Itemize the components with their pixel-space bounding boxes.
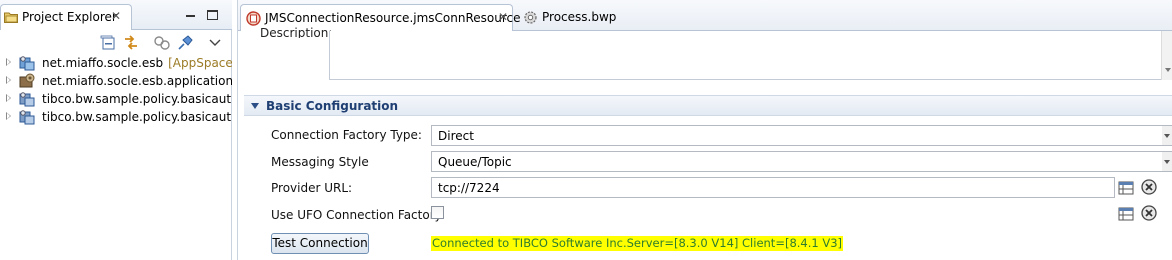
basic-configuration-section[interactable]: Basic Configuration — [244, 95, 1172, 116]
expand-arrow-icon[interactable] — [6, 58, 11, 66]
project-explorer-panel: Project Explorer ✕ net.miaffo.socle.esb … — [0, 0, 232, 260]
close-icon[interactable]: ✕ — [498, 10, 508, 24]
module-project-icon — [19, 110, 35, 125]
tab-process-bwp[interactable]: Process.bwp — [518, 4, 628, 31]
tree-item[interactable]: tibco.bw.sample.policy.basicauther — [0, 108, 232, 126]
appspace-project-icon — [19, 56, 35, 71]
scroll-down-icon[interactable] — [1165, 68, 1171, 72]
connection-factory-type-label: Connection Factory Type: — [271, 128, 422, 142]
description-scrollbar[interactable] — [1161, 31, 1172, 80]
tab-label: Project Explorer — [22, 10, 117, 24]
project-explorer-tabbar: Project Explorer ✕ — [0, 0, 232, 30]
pin-icon[interactable] — [176, 34, 194, 52]
tab-label: JMSConnectionResource.jmsConnResource — [265, 11, 521, 25]
gear-icon — [524, 11, 537, 24]
tree-item-label: net.miaffo.socle.esb — [42, 56, 164, 70]
clear-icon[interactable] — [1141, 205, 1157, 221]
maximize-icon[interactable] — [207, 10, 218, 20]
tree-item-tag: [AppSpace] — [168, 56, 232, 70]
explorer-toolbar — [0, 31, 232, 55]
filter-icon[interactable] — [153, 34, 171, 52]
messaging-style-value: Queue/Topic — [438, 155, 512, 169]
tree-item-label: tibco.bw.sample.policy.basicauther — [42, 110, 232, 124]
module-property-icon[interactable] — [1118, 206, 1134, 222]
module-project-icon — [19, 92, 35, 107]
test-connection-button[interactable]: Test Connection — [271, 233, 369, 254]
expand-arrow-icon[interactable] — [6, 112, 11, 120]
jms-resource-icon — [246, 11, 261, 26]
editor-panel: JMSConnectionResource.jmsConnResource ✕ … — [237, 0, 1172, 260]
chevron-down-icon[interactable] — [1162, 126, 1172, 145]
connection-factory-type-select[interactable]: Direct — [431, 125, 1172, 146]
connection-status-text: Connected to TIBCO Software Inc.Server=[… — [431, 236, 844, 251]
tab-project-explorer[interactable]: Project Explorer ✕ — [0, 4, 132, 30]
chevron-down-icon[interactable] — [1162, 152, 1172, 171]
expand-arrow-icon[interactable] — [6, 94, 11, 102]
clear-icon[interactable] — [1141, 179, 1157, 195]
use-ufo-label: Use UFO Connection Factory: — [271, 208, 445, 222]
tab-label: Process.bwp — [542, 10, 617, 24]
section-title: Basic Configuration — [266, 99, 399, 113]
connection-factory-type-value: Direct — [438, 129, 474, 143]
description-textarea[interactable] — [329, 31, 1164, 80]
close-icon[interactable]: ✕ — [111, 9, 121, 23]
module-property-icon[interactable] — [1118, 180, 1134, 196]
editor-tabbar: JMSConnectionResource.jmsConnResource ✕ … — [238, 0, 1172, 31]
tree-item-label: net.miaffo.socle.esb.application — [42, 74, 232, 88]
description-label: Description: — [260, 26, 333, 38]
folder-icon — [4, 12, 18, 23]
tree-item[interactable]: tibco.bw.sample.policy.basicauther — [0, 90, 232, 108]
messaging-style-label: Messaging Style — [271, 155, 369, 169]
use-ufo-checkbox[interactable] — [431, 206, 444, 219]
view-controls — [186, 9, 226, 23]
provider-url-input[interactable]: tcp://7224 — [431, 177, 1115, 198]
collapse-section-icon[interactable] — [251, 103, 259, 109]
collapse-all-icon[interactable] — [100, 34, 118, 52]
tree-item[interactable]: net.miaffo.socle.esb.application[A — [0, 72, 232, 90]
tree-item-label: tibco.bw.sample.policy.basicauther — [42, 92, 232, 106]
messaging-style-select[interactable]: Queue/Topic — [431, 151, 1172, 172]
view-menu-icon[interactable] — [206, 34, 224, 52]
provider-url-value: tcp://7224 — [438, 181, 500, 195]
tree-item[interactable]: net.miaffo.socle.esb [AppSpace] — [0, 54, 232, 72]
minimize-icon[interactable] — [186, 15, 195, 17]
application-project-icon — [19, 73, 35, 88]
expand-arrow-icon[interactable] — [6, 76, 11, 84]
provider-url-label: Provider URL: — [271, 181, 353, 195]
link-with-editor-icon[interactable] — [122, 34, 140, 52]
